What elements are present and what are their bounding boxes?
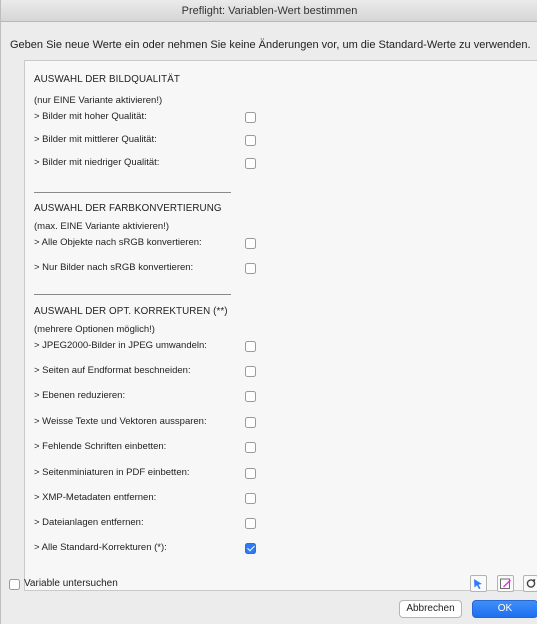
select-arrow-button[interactable] <box>470 575 487 592</box>
option-label-low-quality: > Bilder mit niedriger Qualität: <box>34 157 160 168</box>
option-label-trim-pages: > Seiten auf Endformat beschneiden: <box>34 365 191 376</box>
checkbox-all-objects-srgb[interactable] <box>245 238 256 249</box>
option-label-page-thumbnails: > Seitenminiaturen in PDF einbetten: <box>34 467 190 478</box>
option-label-high-quality: > Bilder mit hoher Qualität: <box>34 111 147 122</box>
inspect-variable-label[interactable]: Variable untersuchen <box>24 578 118 589</box>
dialog-window: Preflight: Variablen-Wert bestimmen Gebe… <box>0 0 537 624</box>
cancel-button[interactable]: Abbrechen <box>399 600 462 618</box>
reset-button[interactable] <box>523 575 537 592</box>
checkbox-medium-quality[interactable] <box>245 135 256 146</box>
section-heading-corrections: AUSWAHL DER OPT. KORREKTUREN (**) <box>34 306 228 317</box>
option-label-images-srgb: > Nur Bilder nach sRGB konvertieren: <box>34 262 194 273</box>
checkbox-low-quality[interactable] <box>245 158 256 169</box>
checkbox-page-thumbnails[interactable] <box>245 468 256 479</box>
section-note-image-quality: (nur EINE Variante aktivieren!) <box>34 95 163 106</box>
instruction-text: Geben Sie neue Werte ein oder nehmen Sie… <box>10 39 531 51</box>
option-label-jpeg2000: > JPEG2000-Bilder in JPEG umwandeln: <box>34 340 207 351</box>
checkbox-images-srgb[interactable] <box>245 263 256 274</box>
option-label-all-standard: > Alle Standard-Korrekturen (*): <box>34 542 167 553</box>
checkbox-embed-fonts[interactable] <box>245 442 256 453</box>
checkbox-remove-xmp[interactable] <box>245 493 256 504</box>
checkbox-all-standard[interactable] <box>245 543 256 554</box>
inspect-variable-checkbox[interactable] <box>9 579 20 590</box>
section-divider <box>34 294 231 295</box>
options-panel: AUSWAHL DER BILDQUALITÄT (nur EINE Varia… <box>24 60 537 591</box>
option-label-medium-quality: > Bilder mit mittlerer Qualität: <box>34 134 157 145</box>
option-label-flatten-layers: > Ebenen reduzieren: <box>34 390 126 401</box>
option-label-embed-fonts: > Fehlende Schriften einbetten: <box>34 441 167 452</box>
option-label-remove-attachments: > Dateianlagen entfernen: <box>34 517 144 528</box>
option-label-all-objects-srgb: > Alle Objekte nach sRGB konvertieren: <box>34 237 202 248</box>
section-note-color-conversion: (max. EINE Variante aktivieren!) <box>34 221 169 232</box>
section-note-corrections: (mehrere Optionen möglich!) <box>34 324 155 335</box>
checkbox-high-quality[interactable] <box>245 112 256 123</box>
checkbox-remove-attachments[interactable] <box>245 518 256 529</box>
section-heading-color-conversion: AUSWAHL DER FARBKONVERTIERUNG <box>34 203 222 214</box>
ok-button[interactable]: OK <box>472 600 537 618</box>
checkbox-jpeg2000[interactable] <box>245 341 256 352</box>
option-label-knockout-white: > Weisse Texte und Vektoren aussparen: <box>34 416 207 427</box>
section-heading-image-quality: AUSWAHL DER BILDQUALITÄT <box>34 74 180 85</box>
checkbox-flatten-layers[interactable] <box>245 391 256 402</box>
option-label-remove-xmp: > XMP-Metadaten entfernen: <box>34 492 157 503</box>
window-title: Preflight: Variablen-Wert bestimmen <box>181 5 358 17</box>
checkbox-trim-pages[interactable] <box>245 366 256 377</box>
section-divider <box>34 192 231 193</box>
edit-button[interactable] <box>497 575 514 592</box>
checkbox-knockout-white[interactable] <box>245 417 256 428</box>
title-bar[interactable]: Preflight: Variablen-Wert bestimmen <box>1 0 537 22</box>
